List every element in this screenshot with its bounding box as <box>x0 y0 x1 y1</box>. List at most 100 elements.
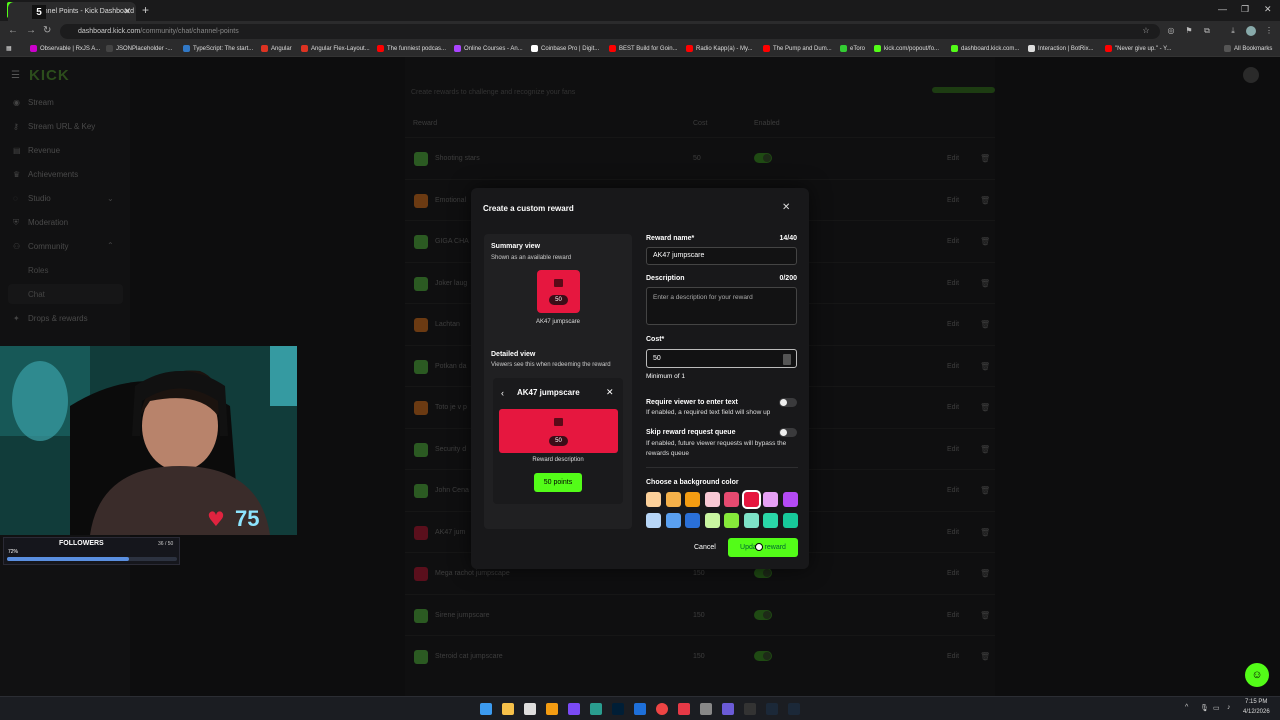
sidebar-item-studio[interactable]: ◌ Studio <box>13 194 51 203</box>
edit-button[interactable]: Edit <box>947 155 959 162</box>
color-swatch[interactable] <box>763 513 778 528</box>
hamburger-menu-icon[interactable]: ☰ <box>11 70 20 81</box>
user-avatar[interactable] <box>1243 67 1259 83</box>
trash-icon[interactable]: 🗑 <box>980 486 990 495</box>
trash-icon[interactable]: 🗑 <box>980 362 990 371</box>
clock-time[interactable]: 7:15 PM <box>1245 699 1267 705</box>
chrome-icon[interactable] <box>656 703 668 715</box>
sidebar-item-stream-url-key[interactable]: ⚷ Stream URL & Key <box>13 122 95 131</box>
steam-icon[interactable] <box>766 703 778 715</box>
enabled-toggle[interactable] <box>754 651 772 661</box>
edit-button[interactable]: Edit <box>947 238 959 245</box>
download-icon[interactable]: ⤓ <box>1228 26 1238 36</box>
color-swatch[interactable] <box>685 492 700 507</box>
bookmark-item[interactable]: Radio Kapp(a) - My... <box>686 45 753 52</box>
color-swatch[interactable] <box>741 490 761 509</box>
bookmark-item[interactable]: JSONPlaceholder -... <box>106 45 172 52</box>
color-swatch[interactable] <box>646 492 661 507</box>
trash-icon[interactable]: 🗑 <box>980 237 990 246</box>
trash-icon[interactable]: 🗑 <box>980 445 990 454</box>
color-swatch[interactable] <box>665 492 681 507</box>
puzzle-icon[interactable]: ⧉ <box>1202 26 1212 36</box>
reload-icon[interactable]: ↻ <box>43 25 51 36</box>
sidebar-item-roles[interactable]: Roles <box>28 266 48 275</box>
close-icon[interactable]: ✕ <box>782 202 790 213</box>
edit-button[interactable]: Edit <box>947 197 959 204</box>
forward-icon[interactable]: → <box>26 25 36 36</box>
description-textarea[interactable]: Enter a description for your reward <box>646 287 797 325</box>
new-tab-icon[interactable]: + <box>142 3 149 17</box>
bookmark-item[interactable]: kick.com/popout/fo... <box>874 45 939 52</box>
bookmark-item[interactable]: The funniest podcas... <box>377 45 446 52</box>
trash-icon[interactable]: 🗑 <box>980 611 990 620</box>
menu-dots-icon[interactable]: ⋮ <box>1264 26 1274 36</box>
steam-icon[interactable] <box>788 703 800 715</box>
bookmark-item[interactable]: Interaction | BotRix... <box>1028 45 1094 52</box>
require-text-toggle[interactable] <box>779 398 797 407</box>
chat-support-icon[interactable]: ☺ <box>1245 663 1269 687</box>
color-swatch[interactable] <box>724 513 739 528</box>
window-close-icon[interactable]: ✕ <box>1264 4 1272 15</box>
trash-icon[interactable]: 🗑 <box>980 652 990 661</box>
edit-button[interactable]: Edit <box>947 487 959 494</box>
trash-icon[interactable]: 🗑 <box>980 569 990 578</box>
sidebar-item-community[interactable]: ⚇ Community <box>13 242 68 251</box>
bookmark-item[interactable]: BEST Build for Goin... <box>609 45 678 52</box>
enabled-toggle[interactable] <box>754 568 772 578</box>
url-input[interactable]: dashboard.kick.com/community/chat/channe… <box>60 24 1160 39</box>
star-icon[interactable]: ☆ <box>1141 26 1151 36</box>
color-swatch[interactable] <box>704 513 720 528</box>
bookmark-item[interactable]: Observable | RxJS A... <box>30 45 100 52</box>
mic-icon[interactable]: 🎙 <box>1200 704 1209 712</box>
app-icon[interactable] <box>634 703 646 715</box>
color-swatch[interactable] <box>685 513 700 528</box>
edit-button[interactable]: Edit <box>947 363 959 370</box>
clock-date[interactable]: 4/12/2026 <box>1243 709 1270 715</box>
reward-name-input[interactable]: AK47 jumpscare <box>646 247 797 265</box>
color-swatch[interactable] <box>724 492 739 507</box>
stepper-icon[interactable] <box>783 354 791 365</box>
extension-icon[interactable]: ⚑ <box>1184 26 1194 36</box>
bookmark-item[interactable]: Angular <box>261 45 292 52</box>
edit-button[interactable]: Edit <box>947 612 959 619</box>
cost-input[interactable]: 50 <box>646 349 797 368</box>
sidebar-item-chat[interactable]: Chat <box>28 290 45 299</box>
bookmark-item[interactable]: Online Courses - An... <box>454 45 523 52</box>
color-swatch[interactable] <box>704 492 720 507</box>
extension-icon[interactable]: ◎ <box>1166 26 1176 36</box>
bookmark-item[interactable]: "Never give up." - Y... <box>1105 45 1171 52</box>
app-icon[interactable] <box>744 703 756 715</box>
update-reward-button[interactable]: Update reward <box>728 538 798 557</box>
edit-button[interactable]: Edit <box>947 446 959 453</box>
minimize-icon[interactable]: — <box>1218 4 1227 14</box>
edit-button[interactable]: Edit <box>947 321 959 328</box>
color-swatch[interactable] <box>782 492 798 507</box>
network-icon[interactable]: ▭ <box>1213 704 1220 712</box>
cancel-button[interactable]: Cancel <box>694 544 716 551</box>
app-icon[interactable] <box>722 703 734 715</box>
kick-logo[interactable]: KICK <box>29 67 70 84</box>
trash-icon[interactable]: 🗑 <box>980 528 990 537</box>
edit-button[interactable]: Edit <box>947 404 959 411</box>
bookmark-item[interactable]: TypeScript: The start... <box>183 45 253 52</box>
bookmark-item[interactable]: Angular Flex-Layout... <box>301 45 370 52</box>
photoshop-icon[interactable] <box>612 703 624 715</box>
bookmark-item[interactable]: dashboard.kick.com... <box>951 45 1019 52</box>
app-icon[interactable] <box>524 703 536 715</box>
all-bookmarks[interactable]: All Bookmarks <box>1224 45 1272 52</box>
apps-icon[interactable]: ▦ <box>6 45 12 52</box>
trash-icon[interactable]: 🗑 <box>980 196 990 205</box>
sidebar-item-moderation[interactable]: ⛨ Moderation <box>13 218 68 227</box>
chevron-down-icon[interactable]: ⌄ <box>107 194 114 203</box>
sidebar-item-achievements[interactable]: ♛ Achievements <box>13 170 78 179</box>
edit-button[interactable]: Edit <box>947 280 959 287</box>
bookmark-item[interactable]: Coinbase Pro | Digit... <box>531 45 599 52</box>
start-icon[interactable] <box>480 703 492 715</box>
color-swatch[interactable] <box>782 513 798 528</box>
sidebar-item-revenue[interactable]: ▤ Revenue <box>13 146 60 155</box>
app-icon[interactable] <box>568 703 580 715</box>
volume-icon[interactable]: ♪ <box>1227 704 1231 711</box>
sidebar-item-stream[interactable]: ◉ Stream <box>13 98 54 107</box>
edit-button[interactable]: Edit <box>947 570 959 577</box>
color-swatch[interactable] <box>763 492 778 507</box>
